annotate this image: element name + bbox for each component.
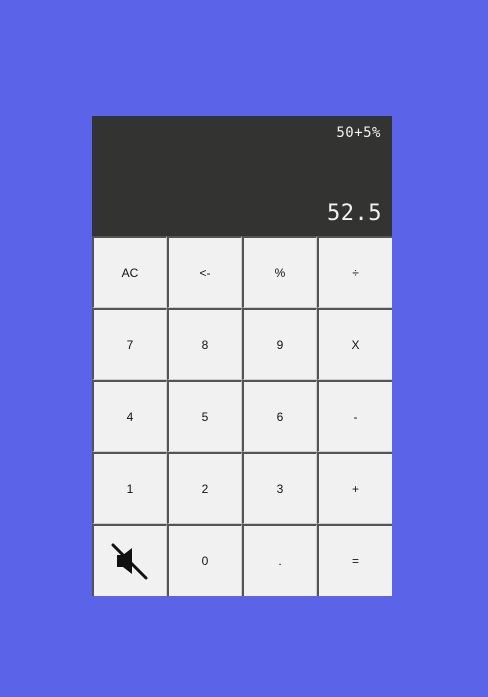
divide-button-label: ÷ — [352, 265, 359, 280]
percent-button[interactable]: % — [242, 236, 317, 308]
add-button-label: + — [351, 481, 359, 496]
volume-mute-icon — [109, 540, 151, 582]
digit-7-button[interactable]: 7 — [92, 308, 167, 380]
divide-button[interactable]: ÷ — [317, 236, 392, 308]
subtract-button[interactable]: - — [317, 380, 392, 452]
digit-4-button[interactable]: 4 — [92, 380, 167, 452]
digit-9-label: 9 — [276, 337, 284, 352]
digit-7-label: 7 — [126, 337, 134, 352]
expression-display: 50+5% — [336, 125, 381, 141]
backspace-button[interactable]: <- — [167, 236, 242, 308]
digit-6-label: 6 — [276, 409, 284, 424]
digit-0-label: 0 — [201, 554, 209, 568]
digit-6-button[interactable]: 6 — [242, 380, 317, 452]
decimal-button[interactable]: . — [242, 524, 317, 596]
digit-8-button[interactable]: 8 — [167, 308, 242, 380]
clear-button-label: AC — [121, 265, 139, 280]
add-button[interactable]: + — [317, 452, 392, 524]
subtract-button-label: - — [353, 409, 358, 424]
backspace-button-label: <- — [199, 265, 211, 280]
display-panel: 50+5% 52.5 — [92, 116, 392, 236]
digit-1-label: 1 — [126, 481, 134, 496]
percent-button-label: % — [274, 265, 286, 280]
digit-2-button[interactable]: 2 — [167, 452, 242, 524]
equals-button-label: = — [351, 554, 359, 568]
digit-5-button[interactable]: 5 — [167, 380, 242, 452]
digit-3-label: 3 — [276, 481, 284, 496]
digit-9-button[interactable]: 9 — [242, 308, 317, 380]
decimal-button-label: . — [278, 554, 282, 568]
mute-button[interactable] — [92, 524, 167, 596]
clear-button[interactable]: AC — [92, 236, 167, 308]
digit-4-label: 4 — [126, 409, 134, 424]
keypad: AC <- % ÷ 7 8 9 X 4 5 6 - 1 2 3 + 0 . = — [92, 236, 392, 596]
calculator: 50+5% 52.5 AC <- % ÷ 7 8 9 X 4 5 6 - 1 2… — [92, 116, 392, 596]
multiply-button-label: X — [351, 337, 360, 352]
digit-2-label: 2 — [201, 481, 209, 496]
digit-8-label: 8 — [201, 337, 209, 352]
result-display: 52.5 — [327, 201, 382, 226]
digit-3-button[interactable]: 3 — [242, 452, 317, 524]
digit-1-button[interactable]: 1 — [92, 452, 167, 524]
digit-5-label: 5 — [201, 409, 209, 424]
digit-0-button[interactable]: 0 — [167, 524, 242, 596]
multiply-button[interactable]: X — [317, 308, 392, 380]
equals-button[interactable]: = — [317, 524, 392, 596]
